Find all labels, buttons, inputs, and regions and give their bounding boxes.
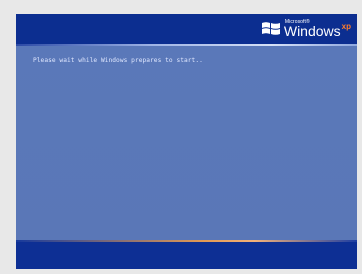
bottom-banner [16,242,357,269]
screenshot-frame: Microsoft® Windows xp Please wait while … [0,0,362,274]
windows-flag-icon [261,22,280,35]
startup-message: Please wait while Windows prepares to st… [33,57,203,64]
windows-startup-screen: Microsoft® Windows xp Please wait while … [16,14,357,269]
xp-superscript: xp [341,22,351,31]
top-banner: Microsoft® Windows xp [16,14,357,44]
startup-body [16,46,357,240]
windows-xp-logo: Microsoft® Windows xp [261,19,351,40]
logo-text-group: Microsoft® Windows xp [284,19,351,40]
microsoft-small-text: Microsoft® [284,19,310,25]
